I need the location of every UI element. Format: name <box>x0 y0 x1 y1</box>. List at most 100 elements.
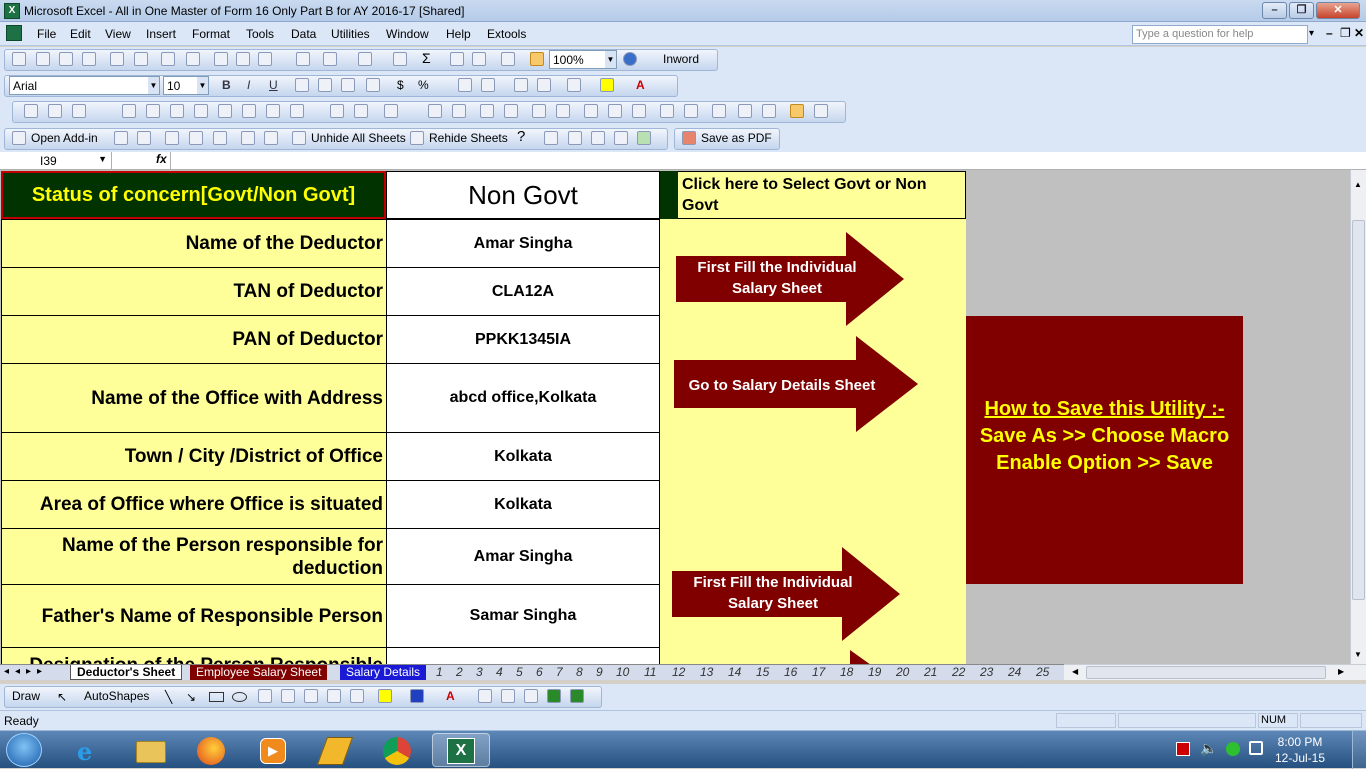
autosum-icon[interactable]: Σ <box>422 50 431 66</box>
bold-button[interactable]: B <box>222 78 231 92</box>
research-icon[interactable] <box>186 52 200 66</box>
control-exit-icon[interactable] <box>814 104 828 118</box>
deductor-name-value[interactable]: Amar Singha <box>386 219 660 268</box>
maximize-button[interactable]: ❐ <box>1289 2 1314 19</box>
father-name-value[interactable]: Samar Singha <box>386 584 660 648</box>
control-button-icon[interactable] <box>504 104 518 118</box>
wordart-icon[interactable] <box>281 689 295 703</box>
form-combo-icon[interactable] <box>194 104 208 118</box>
select-govt-note[interactable]: Click here to Select Govt or Non Govt <box>660 171 966 219</box>
tab-sheet-10[interactable]: 10 <box>616 665 629 679</box>
taskbar-explorer[interactable] <box>122 733 180 767</box>
menu-help[interactable]: Help <box>446 27 471 41</box>
tool-icon-5[interactable] <box>213 131 227 145</box>
3d-style-icon[interactable] <box>570 689 584 703</box>
vertical-scrollbar[interactable]: ▲ ▼ <box>1350 170 1366 664</box>
print-icon[interactable] <box>110 52 124 66</box>
tab-salary-details[interactable]: Salary Details <box>340 665 427 680</box>
borders-icon[interactable] <box>567 78 581 92</box>
designation-value[interactable] <box>386 647 660 664</box>
tab-sheet-25[interactable]: 25 <box>1036 665 1049 679</box>
taskbar-clock[interactable]: 8:00 PM 12-Jul-15 <box>1268 734 1332 766</box>
taskbar-excel[interactable]: X <box>432 733 490 767</box>
redo-icon[interactable] <box>358 52 372 66</box>
tool-icon-3[interactable] <box>165 131 179 145</box>
office-address-value[interactable]: abcd office,Kolkata <box>386 363 660 433</box>
tab-sheet-24[interactable]: 24 <box>1008 665 1021 679</box>
oval-icon[interactable] <box>232 692 247 702</box>
form-properties-icon[interactable] <box>266 104 280 118</box>
align-left-icon[interactable] <box>295 78 309 92</box>
font-name-combo[interactable]: Arial ▼ <box>9 76 160 95</box>
inword-button[interactable]: Inword <box>663 52 699 66</box>
tab-sheet-4[interactable]: 4 <box>496 665 503 679</box>
control-toggle-icon[interactable] <box>632 104 646 118</box>
form-groupbox-icon[interactable] <box>48 104 62 118</box>
excel-app-icon[interactable]: X <box>4 3 20 19</box>
menu-window[interactable]: Window <box>386 27 429 41</box>
network-alert-icon[interactable] <box>1176 742 1190 756</box>
italic-button[interactable]: I <box>247 78 250 92</box>
sort-ascending-icon[interactable] <box>450 52 464 66</box>
form-spinner-icon[interactable] <box>242 104 256 118</box>
name-box-dropdown-icon[interactable]: ▼ <box>98 154 107 164</box>
calculator-icon[interactable] <box>614 131 628 145</box>
tab-sheet-16[interactable]: 16 <box>784 665 797 679</box>
tab-sheet-15[interactable]: 15 <box>756 665 769 679</box>
permission-icon[interactable] <box>82 52 96 66</box>
menu-insert[interactable]: Insert <box>146 27 176 41</box>
tab-sheet-8[interactable]: 8 <box>576 665 583 679</box>
control-frame-icon[interactable] <box>480 104 494 118</box>
underline-button[interactable]: U <box>269 78 278 92</box>
undo-icon[interactable] <box>323 52 337 66</box>
pdf-icon[interactable] <box>682 131 696 145</box>
copy-icon[interactable] <box>236 52 250 66</box>
autoshapes-menu[interactable]: AutoShapes <box>84 689 149 703</box>
taskbar-media-player[interactable]: ▶ <box>244 733 302 767</box>
name-box[interactable]: I39 ▼ <box>0 152 112 169</box>
spelling-icon[interactable] <box>161 52 175 66</box>
form-image-icon[interactable] <box>354 104 368 118</box>
tan-value[interactable]: CLA12A <box>386 267 660 316</box>
save-icon[interactable] <box>59 52 73 66</box>
start-button[interactable] <box>6 733 42 767</box>
form-label-icon[interactable] <box>24 104 38 118</box>
draw-menu[interactable]: Draw <box>12 689 40 703</box>
show-desktop-button[interactable] <box>1352 731 1366 769</box>
tool-icon-4[interactable] <box>189 131 203 145</box>
print-preview-icon[interactable] <box>134 52 148 66</box>
help-dropdown-icon[interactable]: ▾ <box>1309 28 1314 39</box>
tab-deductors-sheet[interactable]: Deductor's Sheet <box>70 665 183 680</box>
go-salary-details-text[interactable]: Go to Salary Details Sheet <box>680 375 884 396</box>
tab-sheet-6[interactable]: 6 <box>536 665 543 679</box>
tool-icon-2[interactable] <box>137 131 151 145</box>
chart-wizard-icon[interactable] <box>501 52 515 66</box>
control-scroll-icon[interactable] <box>684 104 698 118</box>
responsible-person-value[interactable]: Amar Singha <box>386 528 660 585</box>
grid-icon-4[interactable] <box>637 131 651 145</box>
tab-sheet-19[interactable]: 19 <box>868 665 881 679</box>
workbook-icon[interactable] <box>6 25 22 41</box>
control-checkbox-icon[interactable] <box>532 104 546 118</box>
tab-sheet-7[interactable]: 7 <box>556 665 563 679</box>
control-combo-icon[interactable] <box>608 104 622 118</box>
action-center-icon[interactable] <box>1249 741 1263 755</box>
dash-style-icon[interactable] <box>501 689 515 703</box>
control-properties-icon[interactable] <box>762 104 776 118</box>
hyperlink-icon[interactable] <box>393 52 407 66</box>
cut-icon[interactable] <box>214 52 228 66</box>
horizontal-scroll-thumb[interactable] <box>1086 666 1326 679</box>
form-textbox-icon[interactable] <box>330 104 344 118</box>
grid-icon-1[interactable] <box>544 131 558 145</box>
save-as-pdf-button[interactable]: Save as PDF <box>701 131 772 145</box>
open-addin-icon[interactable] <box>12 131 26 145</box>
percent-button[interactable]: % <box>418 78 429 92</box>
taskbar-internet-explorer[interactable]: e <box>62 733 120 767</box>
menu-format[interactable]: Format <box>192 27 230 41</box>
align-center-icon[interactable] <box>318 78 332 92</box>
tab-sheet-11[interactable]: 11 <box>644 665 656 679</box>
grid-icon-2[interactable] <box>568 131 582 145</box>
arrow-tool-icon[interactable]: ↘ <box>186 690 196 704</box>
tab-nav-arrows-icon[interactable]: ◂◂▸▸ <box>4 666 48 677</box>
tab-sheet-17[interactable]: 17 <box>812 665 825 679</box>
